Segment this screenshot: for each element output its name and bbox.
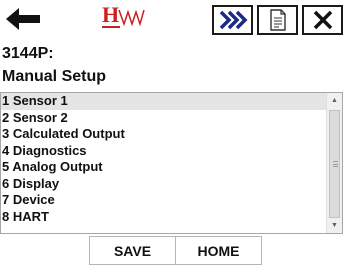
toolbar: H bbox=[0, 0, 345, 40]
hart-logo-icon: H bbox=[102, 2, 145, 28]
scrollbar-thumb[interactable] bbox=[329, 110, 340, 218]
menu-item-display[interactable]: 6 Display bbox=[1, 176, 327, 193]
menu-item-hart[interactable]: 8 HART bbox=[1, 209, 327, 226]
menu-item-calculated-output[interactable]: 3 Calculated Output bbox=[1, 126, 327, 143]
menu-item-sensor-1[interactable]: 1 Sensor 1 bbox=[1, 93, 327, 110]
home-button[interactable]: HOME bbox=[175, 236, 262, 265]
hart-logo: H bbox=[100, 2, 146, 36]
document-button[interactable] bbox=[257, 5, 298, 35]
svg-text:H: H bbox=[102, 2, 119, 27]
bottom-bar: SAVE HOME bbox=[0, 236, 345, 265]
menu-list: 1 Sensor 1 2 Sensor 2 3 Calculated Outpu… bbox=[1, 93, 327, 233]
menu-item-diagnostics[interactable]: 4 Diagnostics bbox=[1, 143, 327, 160]
save-button[interactable]: SAVE bbox=[89, 236, 176, 265]
back-arrow-icon bbox=[6, 8, 40, 30]
close-button[interactable] bbox=[302, 5, 343, 35]
menu-item-sensor-2[interactable]: 2 Sensor 2 bbox=[1, 110, 327, 127]
scroll-down-icon[interactable]: ▼ bbox=[327, 218, 342, 233]
menu-title: Manual Setup bbox=[2, 68, 107, 85]
scroll-up-icon[interactable]: ▲ bbox=[327, 93, 342, 108]
menu-scrollbar[interactable]: ▲ ▼ bbox=[326, 93, 342, 233]
menu-item-device[interactable]: 7 Device bbox=[1, 192, 327, 209]
close-icon bbox=[313, 10, 332, 30]
double-chevron-right-icon bbox=[219, 10, 247, 30]
back-button[interactable] bbox=[2, 4, 44, 34]
send-button[interactable] bbox=[212, 5, 253, 35]
document-icon bbox=[269, 9, 286, 31]
device-tag: 3144P: bbox=[2, 45, 54, 62]
scrollbar-grip-icon bbox=[333, 161, 338, 167]
menu-item-analog-output[interactable]: 5 Analog Output bbox=[1, 159, 327, 176]
menu-list-box: 1 Sensor 1 2 Sensor 2 3 Calculated Outpu… bbox=[0, 92, 343, 234]
